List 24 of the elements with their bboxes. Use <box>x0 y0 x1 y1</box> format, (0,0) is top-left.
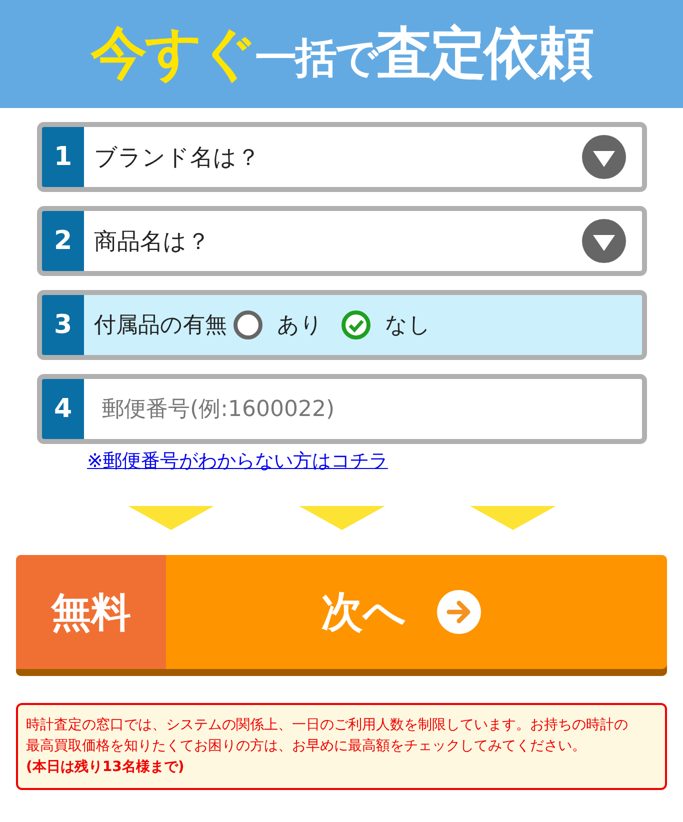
dropdown-icon <box>582 135 626 179</box>
step-number: 4 <box>42 379 84 439</box>
arrow-right-icon <box>436 589 482 635</box>
notice-text: 時計査定の窓口では、システムの関係上、一日のご利用人数を制限しています。お持ちの時計の最高買取価格を知りたくてお困りの方は、お早めに最高額をチェックしてみてください。 (本日は残り13名様まで) <box>16 703 667 790</box>
postal-code-link[interactable]: ※郵便番号がわからない方はコチラ <box>87 450 388 472</box>
down-arrow-icon <box>298 506 384 530</box>
down-arrow-icon <box>470 506 556 530</box>
down-arrow-icon <box>128 506 214 530</box>
step-number: 1 <box>42 127 84 187</box>
free-badge: 無料 <box>16 555 166 669</box>
step-number: 2 <box>42 211 84 271</box>
radio-checked-icon[interactable] <box>341 310 371 340</box>
select-field[interactable]: 1 ブランド名は？ <box>37 122 647 192</box>
option-label[interactable]: あり <box>277 310 323 340</box>
radio-icon[interactable] <box>233 310 263 340</box>
dropdown-icon <box>582 219 626 263</box>
postal-code-input[interactable]: 郵便番号(例:1600022) <box>94 389 626 429</box>
postal-code-field[interactable]: 4 郵便番号(例:1600022) <box>37 374 647 444</box>
option-label[interactable]: なし <box>385 310 431 340</box>
field-label: 付属品の有無 <box>94 312 227 340</box>
step-number: 3 <box>42 295 84 355</box>
page-title: 今すぐ一括で査定依頼 <box>91 20 592 88</box>
select-field[interactable]: 2 商品名は？ <box>37 206 647 276</box>
next-label: 次へ <box>321 586 406 638</box>
